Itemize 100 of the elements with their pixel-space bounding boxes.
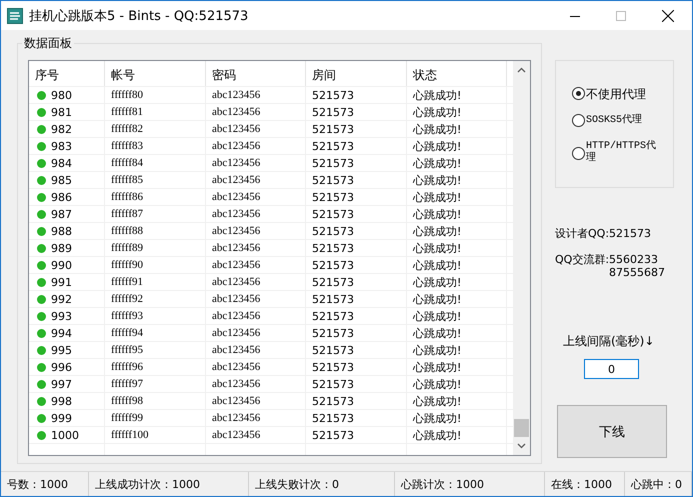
proxy-option[interactable]: SOSKS5代理 — [572, 114, 673, 127]
table-cell: 980 — [51, 88, 72, 102]
table-cell: 心跳成功! — [413, 190, 462, 204]
table-cell: 982 — [51, 122, 72, 136]
table-cell: abc123456 — [212, 106, 260, 118]
close-icon[interactable] — [662, 10, 674, 22]
table-cell: abc123456 — [212, 242, 260, 254]
table-cell: ffffff97 — [111, 378, 143, 390]
status-item: 号数：1000 — [1, 472, 89, 496]
table-cell: 521573 — [312, 378, 354, 390]
offline-button[interactable]: 下线 — [557, 405, 667, 458]
table-cell: ffffff90 — [111, 259, 143, 271]
column-header[interactable]: 帐号 — [105, 61, 206, 86]
status-dot-icon — [37, 124, 46, 134]
table-cell: abc123456 — [212, 276, 260, 288]
status-dot-icon — [37, 414, 46, 422]
table-cell: ffffff91 — [111, 276, 143, 288]
table-cell: abc123456 — [212, 395, 260, 407]
table-cell: 521573 — [312, 326, 354, 340]
table-cell: 991 — [51, 276, 72, 288]
table-cell: 521573 — [312, 412, 354, 424]
table-cell: ffffff86 — [111, 191, 143, 203]
proxy-option[interactable]: 不使用代理 — [572, 87, 673, 100]
table-cell: abc123456 — [212, 327, 260, 339]
table-cell: 521573 — [312, 360, 354, 374]
app-icon — [7, 8, 23, 24]
table-cell: ffffff80 — [111, 89, 143, 101]
radio-button[interactable] — [572, 114, 585, 127]
table-cell: ffffff83 — [111, 140, 143, 152]
table-cell: 心跳成功! — [413, 258, 462, 272]
table-cell: 521573 — [312, 344, 354, 356]
table-cell: ffffff87 — [111, 208, 143, 220]
table-cell: ffffff84 — [111, 157, 143, 169]
table-cell: 521573 — [312, 242, 354, 254]
table-cell: ffffff88 — [111, 225, 143, 237]
table-cell: 心跳成功! — [413, 394, 462, 408]
radio-button[interactable] — [572, 146, 585, 160]
scroll-down-icon[interactable] — [517, 443, 526, 449]
status-item: 心跳计次：1000 — [395, 472, 545, 496]
table-cell: ffffff100 — [111, 429, 148, 441]
status-dot-icon — [37, 346, 46, 354]
table-cell: ffffff99 — [111, 412, 143, 424]
table-cell: 心跳成功! — [413, 206, 462, 222]
table-cell: 心跳成功! — [413, 326, 462, 340]
table-cell: ffffff98 — [111, 395, 143, 407]
table-cell: abc123456 — [212, 191, 260, 203]
table-cell: 988 — [51, 224, 72, 238]
table-cell: ffffff81 — [111, 106, 143, 118]
scroll-up-icon[interactable] — [517, 67, 526, 73]
status-dot-icon — [37, 396, 46, 406]
status-dot-icon — [37, 328, 46, 338]
status-dot-icon — [37, 312, 46, 320]
table-cell: 521573 — [312, 224, 354, 238]
table-cell: 521573 — [312, 310, 354, 322]
scroll-thumb[interactable] — [514, 419, 529, 437]
table-cell: 985 — [51, 174, 72, 186]
table-cell: abc123456 — [212, 293, 260, 305]
table-cell: 心跳成功! — [413, 308, 462, 324]
column-header[interactable]: 房间 — [306, 61, 407, 86]
table-cell: 981 — [51, 106, 72, 118]
table-cell: abc123456 — [212, 225, 260, 237]
designer-label: 设计者QQ:521573 — [555, 226, 652, 241]
interval-field[interactable]: 0 — [584, 359, 639, 379]
table-cell: 995 — [51, 344, 72, 356]
table-cell: 521573 — [312, 292, 354, 306]
table-cell: ffffff96 — [111, 361, 143, 373]
table-cell: 998 — [51, 394, 72, 408]
table-cell: 心跳成功! — [413, 156, 462, 170]
status-item: 上线失败计次：0 — [249, 472, 395, 496]
table-cell: 521573 — [312, 190, 354, 204]
table-cell: 心跳成功! — [413, 138, 462, 154]
scrollbar[interactable] — [513, 61, 530, 455]
column-header[interactable]: 密码 — [206, 61, 306, 86]
status-dot-icon — [37, 294, 46, 304]
table-cell: 1000 — [51, 428, 79, 442]
table-cell: ffffff93 — [111, 310, 143, 322]
table-cell: 心跳成功! — [413, 240, 462, 256]
column-header[interactable]: 状态 — [407, 61, 507, 86]
table-cell: 521573 — [312, 428, 354, 442]
proxy-option[interactable]: HTTP/HTTPS代理 — [572, 141, 673, 165]
table-cell: 心跳成功! — [413, 274, 462, 290]
table-cell: ffffff89 — [111, 242, 143, 254]
table-cell: abc123456 — [212, 429, 260, 441]
table-cell: 989 — [51, 242, 72, 254]
window-title: 挂机心跳版本5 - Bints - QQ:521573 — [29, 8, 248, 24]
column-header[interactable]: 序号 — [29, 61, 105, 86]
group-number: 87555687 — [609, 266, 666, 279]
status-dot-icon — [37, 176, 46, 184]
table-cell: 521573 — [312, 276, 354, 288]
table-cell: abc123456 — [212, 89, 260, 101]
table-cell: 心跳成功! — [413, 376, 462, 392]
status-dot-icon — [37, 142, 46, 150]
table-cell: abc123456 — [212, 378, 260, 390]
table-cell: ffffff94 — [111, 327, 143, 339]
table-cell: ffffff85 — [111, 174, 143, 186]
radio-button[interactable] — [572, 87, 585, 100]
group-number: 5560233 — [609, 253, 660, 266]
table-cell: 521573 — [312, 394, 354, 408]
table-cell: 心跳成功! — [413, 292, 462, 306]
status-dot-icon — [37, 210, 46, 218]
